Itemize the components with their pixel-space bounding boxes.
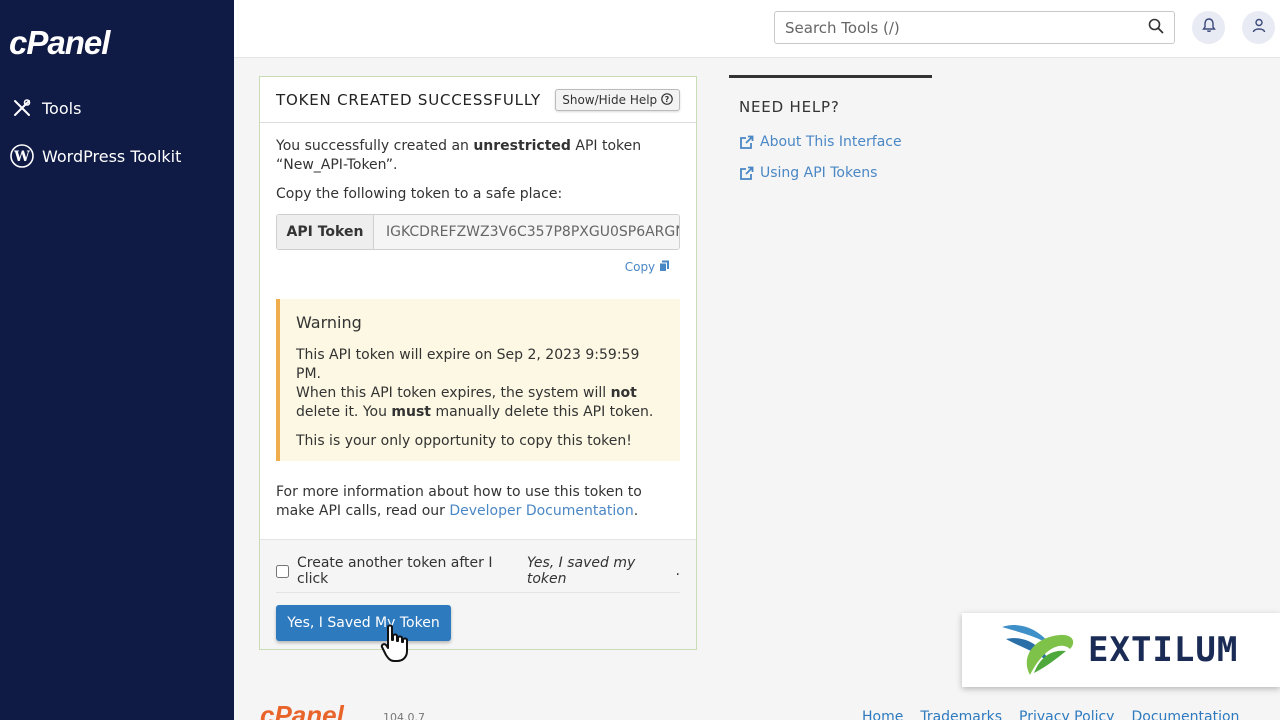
bell-icon: [1201, 18, 1216, 37]
create-another-token-option[interactable]: Create another token after I click Yes, …: [276, 555, 680, 587]
footer-link-documentation[interactable]: Documentation: [1131, 709, 1239, 720]
intro-text: You successfully created an: [276, 138, 474, 154]
copy-instruction: Copy the following token to a safe place…: [276, 186, 563, 202]
create-another-token-checkbox[interactable]: [276, 564, 289, 578]
warning-line: This API token will expire on Sep 2, 202…: [296, 347, 640, 382]
svg-text:W: W: [13, 149, 30, 165]
panel-body: You successfully created an unrestricted…: [260, 123, 696, 521]
warning-line: delete it. You: [296, 404, 392, 420]
about-this-interface-link[interactable]: About This Interface: [739, 134, 922, 150]
token-name: “New_API-Token”.: [276, 157, 398, 173]
warning-line: manually delete this API token.: [431, 404, 654, 420]
intro-text-end: API token: [570, 138, 642, 154]
hand-cursor-icon: [380, 624, 410, 668]
copy-icon: [659, 260, 670, 274]
copy-token-link[interactable]: Copy: [276, 258, 670, 277]
intro-bold: unrestricted: [473, 138, 571, 154]
developer-documentation-link[interactable]: Developer Documentation: [449, 503, 633, 519]
checkbox-label-italic: Yes, I saved my token: [526, 555, 636, 587]
info-text: For more information about how to use th…: [276, 483, 680, 521]
search-box[interactable]: [774, 11, 1175, 44]
user-icon: [1252, 18, 1266, 37]
extilum-watermark: EXTILUM: [962, 613, 1280, 687]
search-input[interactable]: [785, 18, 1148, 37]
need-help-title: NEED HELP?: [739, 98, 840, 116]
panel-title: TOKEN CREATED SUCCESSFULLY: [276, 90, 541, 109]
warning-line: When this API token expires, the system …: [296, 385, 611, 401]
cpanel-logo[interactable]: cPanel: [9, 24, 110, 62]
footer-link-home[interactable]: Home: [862, 709, 903, 720]
using-api-tokens-link[interactable]: Using API Tokens: [739, 165, 922, 181]
warning-box: Warning This API token will expire on Se…: [276, 299, 680, 461]
success-message: You successfully created an unrestricted…: [276, 137, 680, 175]
top-bar: [234, 0, 1280, 58]
sidebar-item-wordpress-toolkit[interactable]: W WordPress Toolkit: [0, 136, 234, 176]
extilum-wordmark: EXTILUM: [1088, 630, 1239, 670]
warning-only-opportunity: This is your only opportunity to copy th…: [296, 433, 632, 449]
search-icon[interactable]: [1148, 18, 1164, 38]
panel-footer: Create another token after I click Yes, …: [260, 539, 696, 649]
external-link-icon: [739, 135, 754, 150]
extilum-logo-icon: [1000, 617, 1076, 683]
yes-i-saved-my-token-button[interactable]: Yes, I Saved My Token: [276, 605, 451, 641]
warning-title: Warning: [296, 313, 362, 332]
show-hide-help-button[interactable]: Show/Hide Help ?: [555, 88, 680, 111]
info-text-end: .: [633, 503, 639, 519]
footer-link-privacy-policy[interactable]: Privacy Policy: [1019, 709, 1114, 720]
footer-links: Home Trademarks Privacy Policy Documenta…: [862, 709, 1239, 720]
divider: [276, 592, 680, 593]
help-button-label: Show/Hide Help: [562, 92, 658, 107]
question-circle-icon: ?: [661, 92, 673, 107]
footer-version: 104.0.7: [383, 711, 425, 720]
checkbox-label: Create another token after I click: [297, 555, 493, 587]
external-link-icon: [739, 166, 754, 181]
api-token-value[interactable]: IGKCDREFZWZ3V6C357P8PXGU0SP6ARGN: [374, 215, 679, 249]
help-link-label: Using API Tokens: [760, 165, 878, 181]
warning-text: This API token will expire on Sep 2, 202…: [296, 346, 664, 422]
sidebar-item-label: Tools: [42, 98, 82, 118]
api-token-field: API Token IGKCDREFZWZ3V6C357P8PXGU0SP6AR…: [276, 214, 680, 250]
warning-bold: must: [391, 404, 432, 420]
help-link-label: About This Interface: [760, 134, 902, 150]
sidebar: cPanel Tools W WordPress Toolkit: [0, 0, 234, 720]
user-menu-button[interactable]: [1242, 11, 1275, 44]
footer-cpanel-logo: cPanel: [260, 700, 344, 720]
need-help-panel: NEED HELP? About This Interface Using AP…: [729, 75, 932, 216]
wordpress-icon: W: [10, 144, 34, 168]
copy-label: Copy: [624, 260, 656, 274]
warning-bold: not: [610, 385, 637, 401]
panel-header: TOKEN CREATED SUCCESSFULLY Show/Hide Hel…: [260, 77, 696, 123]
notifications-button[interactable]: [1192, 11, 1225, 44]
footer-link-trademarks[interactable]: Trademarks: [920, 709, 1002, 720]
checkbox-label-end: .: [675, 563, 680, 579]
tools-icon: [10, 96, 34, 120]
api-token-label: API Token: [277, 215, 374, 249]
token-created-panel: TOKEN CREATED SUCCESSFULLY Show/Hide Hel…: [259, 76, 697, 650]
svg-text:?: ?: [665, 95, 670, 104]
sidebar-item-label: WordPress Toolkit: [42, 146, 182, 166]
sidebar-item-tools[interactable]: Tools: [0, 88, 234, 128]
